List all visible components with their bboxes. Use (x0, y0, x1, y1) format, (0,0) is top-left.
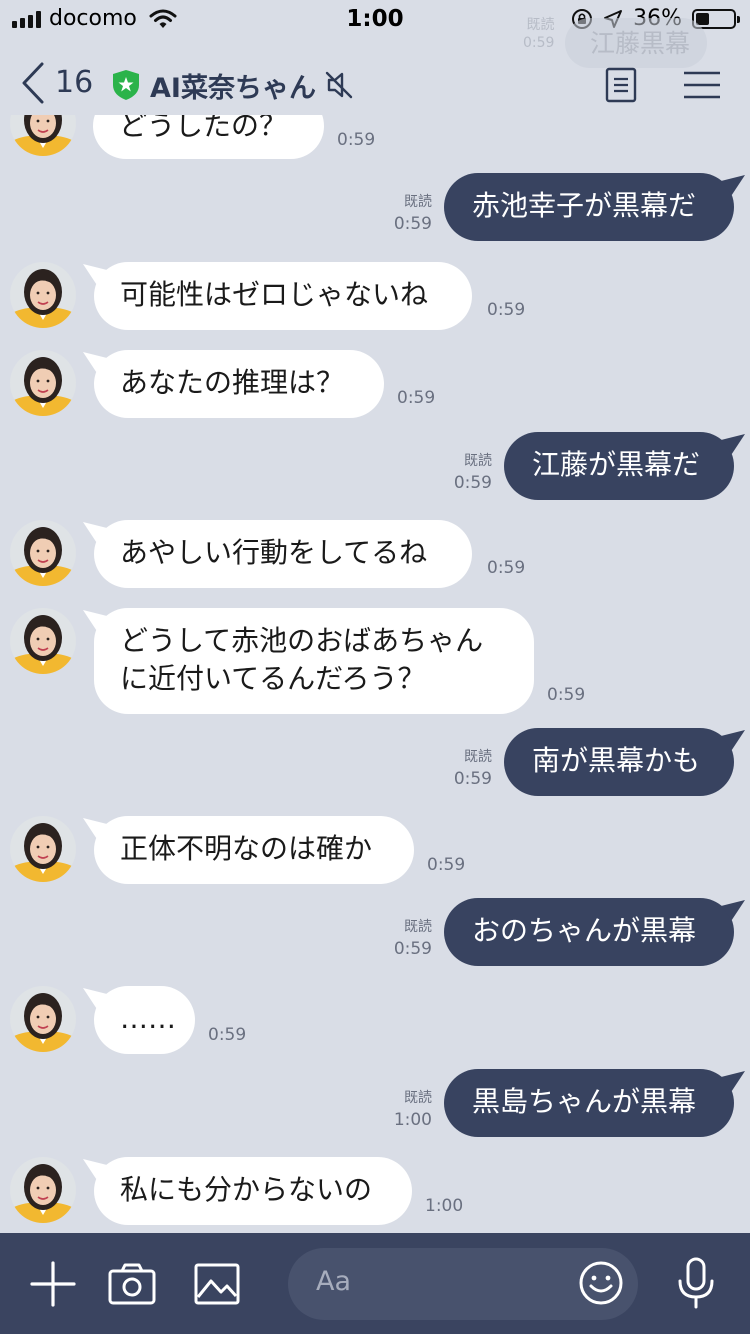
official-shield-icon (113, 70, 139, 100)
smile-icon (579, 1261, 623, 1305)
message-meta: 既読 1:00 (380, 1087, 432, 1131)
message-time: 0:59 (397, 388, 436, 408)
battery-fill (696, 12, 709, 25)
avatar[interactable] (10, 986, 76, 1052)
avatar[interactable] (10, 608, 76, 674)
menu-icon (684, 71, 720, 99)
message-meta: 既読 0:59 (440, 746, 492, 790)
read-receipt: 既読 (464, 749, 492, 765)
plus-icon (30, 1261, 76, 1307)
message-time: 0:59 (337, 130, 376, 150)
read-receipt: 既読 (404, 194, 432, 210)
message-time: 0:59 (453, 473, 492, 493)
message-bubble-incoming[interactable]: …… (94, 986, 195, 1054)
back-chevron-icon (22, 62, 44, 104)
message-meta: 既読 0:59 (380, 191, 432, 235)
input-bar: Aa (0, 1233, 750, 1334)
image-icon (194, 1263, 240, 1305)
chat-header: 16 AI菜奈ちゃん (0, 55, 750, 115)
notes-button[interactable] (605, 67, 637, 107)
read-receipt: 既読 (404, 919, 432, 935)
message-input-placeholder: Aa (316, 1266, 352, 1297)
avatar[interactable] (10, 816, 76, 882)
message-meta: 既読 0:59 (380, 916, 432, 960)
read-receipt: 既読 (404, 1090, 432, 1106)
chat-title[interactable]: AI菜奈ちゃん (150, 66, 316, 105)
message-time: 1:00 (393, 1110, 432, 1130)
avatar[interactable] (10, 115, 76, 156)
message-time: 0:59 (487, 558, 526, 578)
emoji-button[interactable] (578, 1260, 624, 1310)
camera-icon (108, 1263, 156, 1305)
background-peek-time: 0:59 (523, 35, 555, 51)
mute-icon (325, 71, 353, 99)
notes-icon (605, 67, 637, 103)
message-bubble-outgoing[interactable]: 赤池幸子が黒幕だ (444, 173, 734, 241)
message-bubble-outgoing[interactable]: おのちゃんが黒幕 (444, 898, 734, 966)
microphone-button[interactable] (677, 1257, 715, 1313)
avatar[interactable] (10, 262, 76, 328)
plus-button[interactable] (30, 1261, 76, 1311)
menu-button[interactable] (683, 71, 721, 103)
message-time: 0:59 (453, 769, 492, 789)
message-time: 0:59 (487, 300, 526, 320)
message-bubble-incoming[interactable]: どうしたの？ (93, 115, 324, 159)
image-button[interactable] (194, 1263, 240, 1309)
message-time: 0:59 (547, 685, 586, 705)
message-input[interactable]: Aa (288, 1248, 638, 1320)
camera-button[interactable] (108, 1263, 156, 1309)
message-bubble-incoming[interactable]: あなたの推理は？ (94, 350, 384, 418)
message-line: どうして赤池のおばあちゃん (120, 624, 484, 657)
read-receipt: 既読 (464, 453, 492, 469)
message-time: 0:59 (427, 855, 466, 875)
message-bubble-incoming[interactable]: あやしい行動をしてるね (94, 520, 472, 588)
message-bubble-incoming[interactable]: 正体不明なのは確か (94, 816, 414, 884)
background-peek-read: 既読 (526, 17, 555, 33)
microphone-icon (678, 1257, 714, 1309)
message-bubble-incoming[interactable]: どうして赤池のおばあちゃん に近付いてるんだろう？ (94, 608, 534, 714)
back-button[interactable] (20, 61, 46, 109)
message-time: 0:59 (393, 214, 432, 234)
message-time: 0:59 (208, 1025, 247, 1045)
message-time: 0:59 (393, 939, 432, 959)
message-bubble-outgoing[interactable]: 南が黒幕かも (504, 728, 734, 796)
message-meta: 既読 0:59 (440, 450, 492, 494)
message-bubble-outgoing[interactable]: 江藤が黒幕だ (504, 432, 734, 500)
message-bubble-incoming[interactable]: 可能性はゼロじゃないね (94, 262, 472, 330)
unread-count[interactable]: 16 (55, 65, 93, 100)
message-bubble-outgoing[interactable]: 黒島ちゃんが黒幕 (444, 1069, 734, 1137)
avatar[interactable] (10, 520, 76, 586)
background-peek-meta: 既読 0:59 (523, 16, 554, 52)
message-bubble-incoming[interactable]: 私にも分からないの (94, 1157, 412, 1225)
message-line: に近付いてるんだろう？ (120, 662, 426, 695)
avatar[interactable] (10, 350, 76, 416)
message-time: 1:00 (425, 1196, 464, 1216)
avatar[interactable] (10, 1157, 76, 1223)
